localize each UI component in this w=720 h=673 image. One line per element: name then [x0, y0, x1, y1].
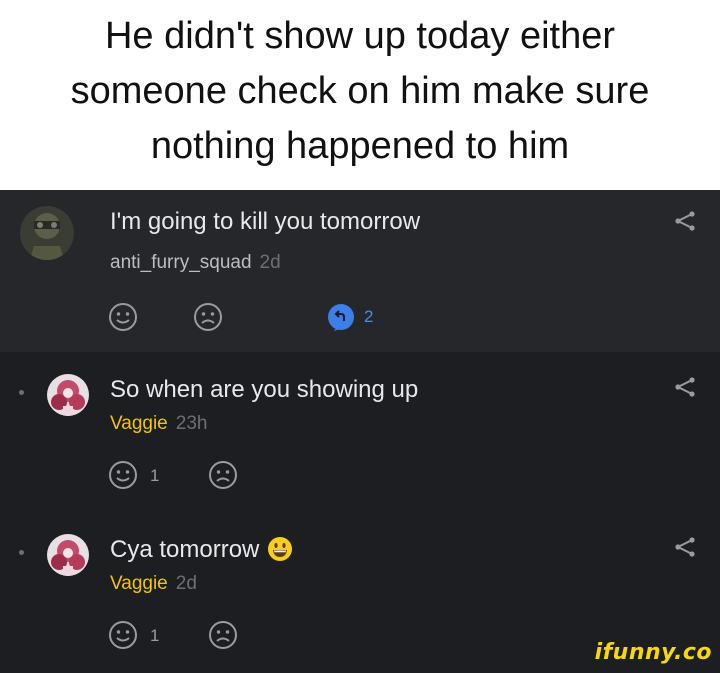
timestamp: 2d	[259, 252, 281, 273]
meme-caption: He didn't show up today either someone c…	[0, 0, 720, 190]
username[interactable]: Vaggie	[110, 573, 168, 594]
comments-panel: I'm going to kill you tomorrow anti_furr…	[0, 190, 720, 673]
comment-meta: Vaggie 2d	[110, 573, 197, 595]
comment-text: So when are you showing up	[110, 376, 419, 403]
timestamp: 2d	[175, 573, 197, 594]
avatar[interactable]	[20, 206, 74, 260]
share-icon[interactable]	[674, 376, 696, 398]
avatar[interactable]	[47, 374, 89, 416]
watermark: ifunny.co	[594, 640, 712, 665]
share-icon[interactable]	[674, 536, 696, 558]
comment-meta: anti_furry_squad 2d	[110, 252, 281, 274]
username[interactable]: Vaggie	[110, 413, 168, 434]
share-icon[interactable]	[674, 210, 696, 232]
reply-bubble-icon	[328, 304, 354, 331]
smile-icon[interactable]	[108, 460, 138, 490]
frown-icon[interactable]	[208, 620, 238, 650]
replies-button[interactable]: 2	[326, 302, 373, 332]
comment-text: I'm going to kill you tomorrow	[110, 208, 421, 235]
reply-count: 2	[364, 307, 374, 326]
original-comment: I'm going to kill you tomorrow anti_furr…	[0, 190, 720, 352]
smile-count: 1	[150, 466, 160, 485]
smile-icon[interactable]	[108, 302, 138, 332]
thread-bullet	[19, 390, 24, 395]
caption-text: He didn't show up today either someone c…	[70, 14, 650, 167]
avatar[interactable]	[47, 534, 89, 576]
smile-count: 1	[150, 626, 160, 645]
comment-text: Cya tomorrow	[110, 536, 293, 564]
frown-icon[interactable]	[193, 302, 223, 332]
frown-icon[interactable]	[208, 460, 238, 490]
timestamp: 23h	[175, 413, 208, 434]
username[interactable]: anti_furry_squad	[110, 252, 252, 273]
smile-icon[interactable]	[108, 620, 138, 650]
comment-meta: Vaggie 23h	[110, 413, 207, 435]
comment-text-label: Cya tomorrow	[110, 536, 260, 563]
thread-bullet	[19, 550, 24, 555]
grinning-face-emoji	[268, 537, 293, 561]
